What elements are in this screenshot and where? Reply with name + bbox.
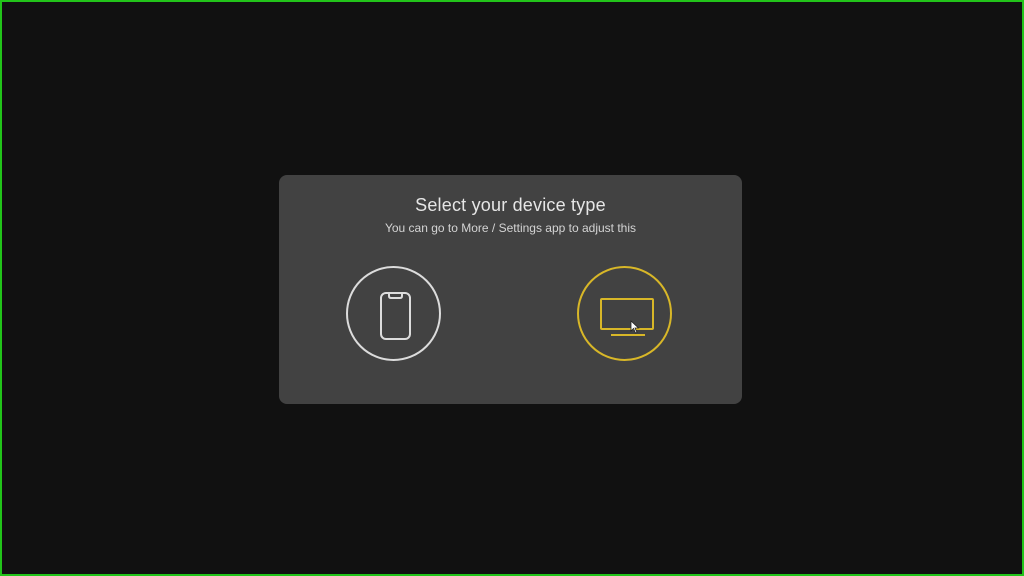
- screen: Select your device type You can go to Mo…: [0, 0, 1024, 576]
- phone-device-button[interactable]: [346, 266, 441, 361]
- tv-icon: [600, 298, 654, 336]
- dialog-subtitle: You can go to More / Settings app to adj…: [384, 221, 637, 235]
- tv-device-button[interactable]: [577, 266, 672, 361]
- dialog-title: Select your device type: [415, 195, 606, 215]
- mouse-cursor-icon: [630, 320, 640, 334]
- device-type-dialog: Select your device type You can go to Mo…: [279, 175, 742, 404]
- smartphone-icon: [380, 292, 411, 340]
